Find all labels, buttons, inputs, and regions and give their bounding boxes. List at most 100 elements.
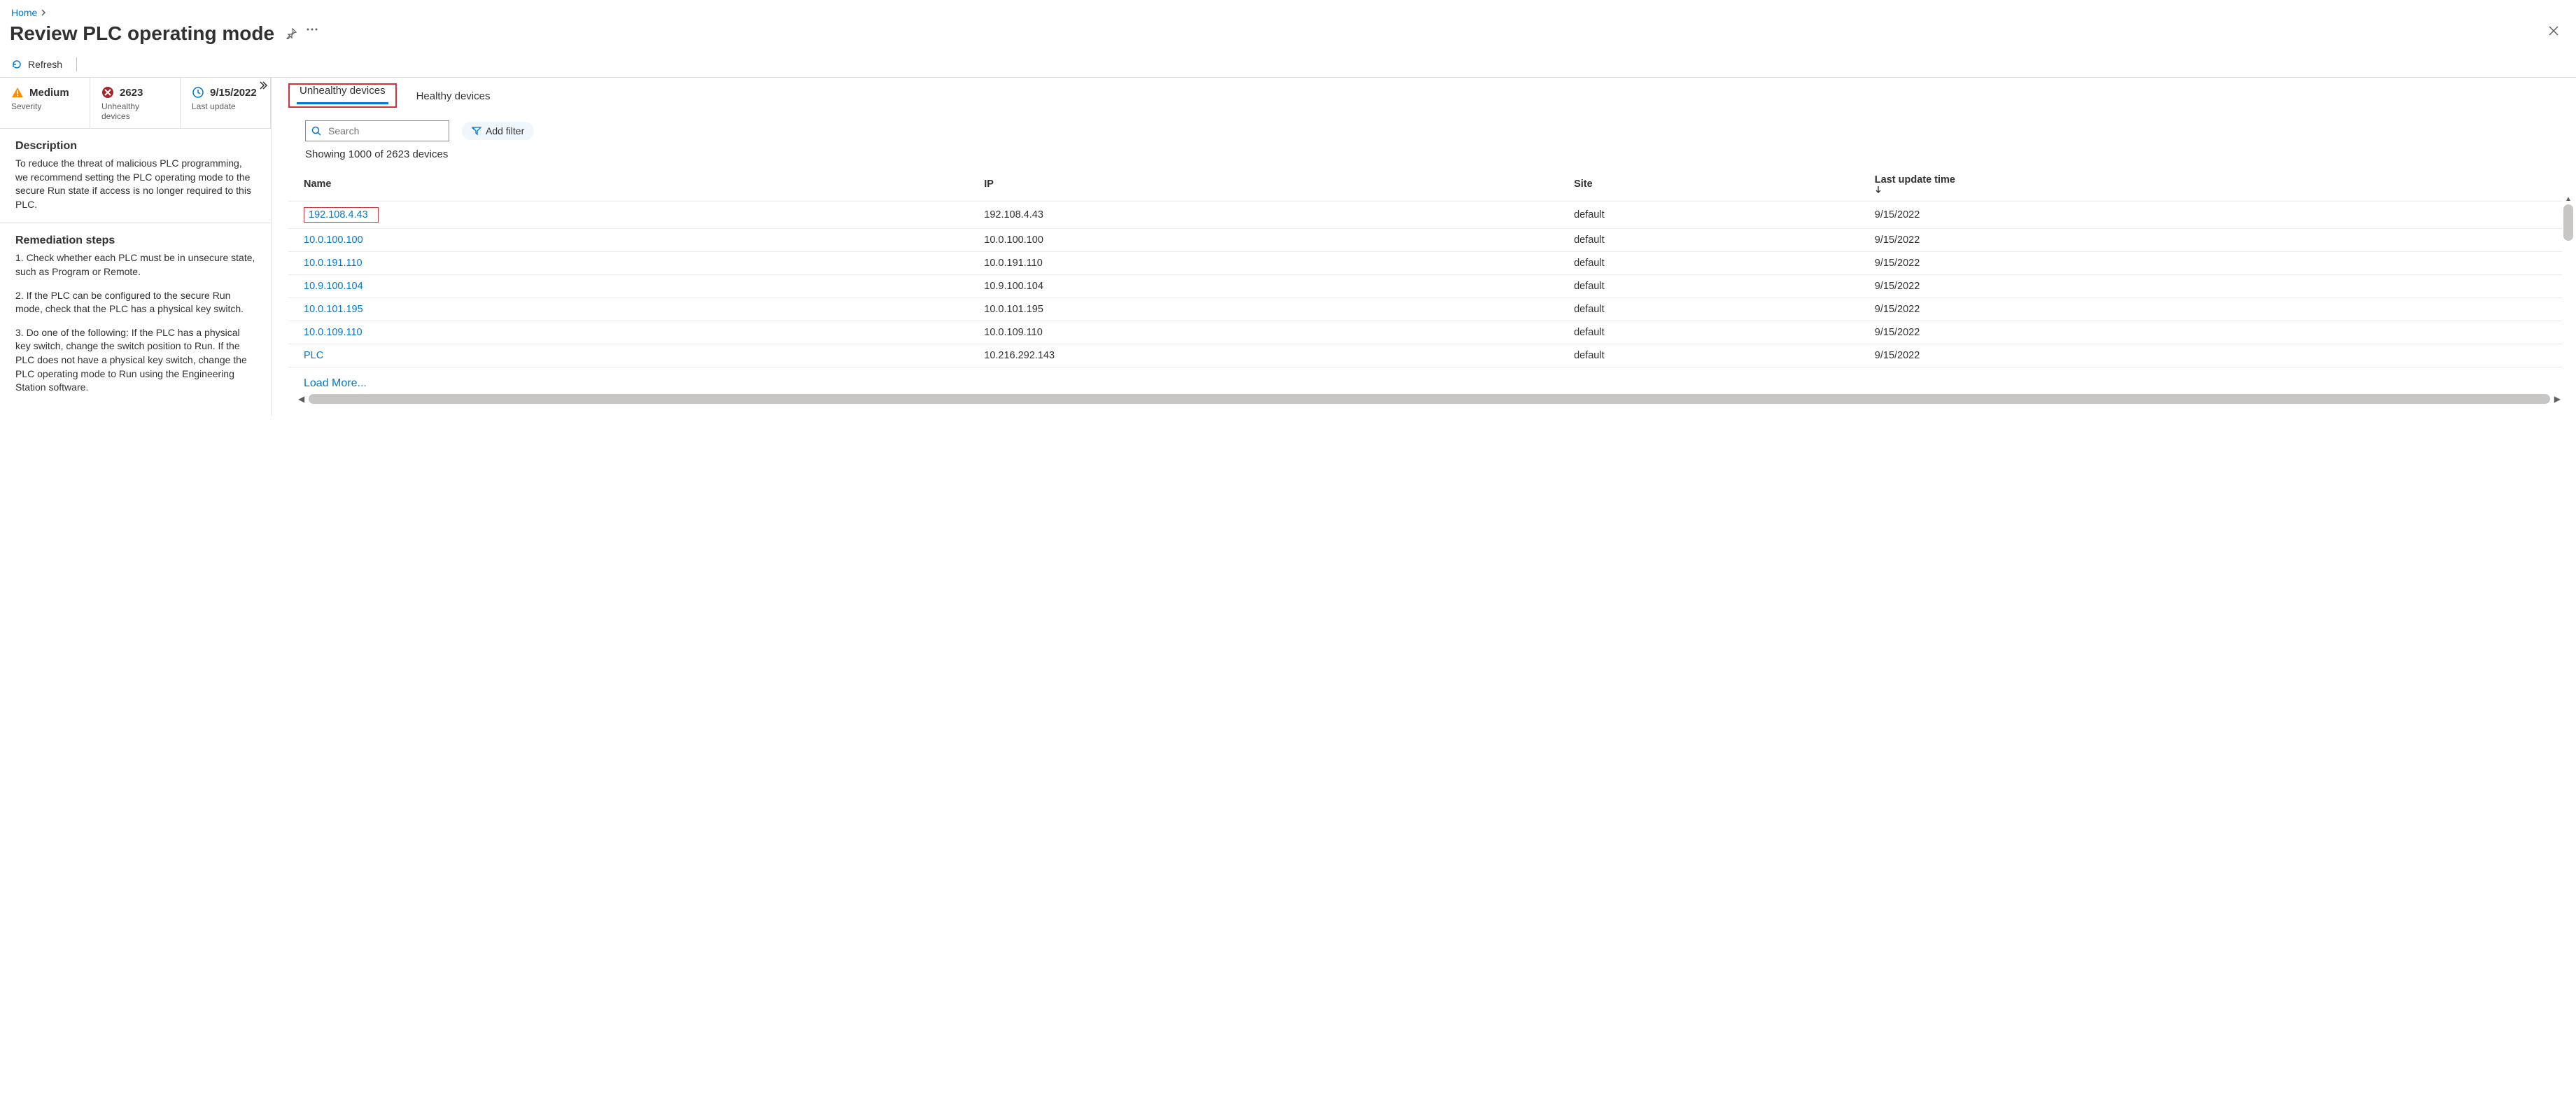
- search-icon: [311, 126, 321, 136]
- device-name-link[interactable]: 10.0.191.110: [304, 258, 363, 269]
- showing-count: Showing 1000 of 2623 devices: [305, 148, 2576, 160]
- kpi-severity-label: Severity: [11, 101, 78, 111]
- title-bar: Review PLC operating mode: [0, 21, 2576, 52]
- remediation-step-2: 2. If the PLC can be configured to the s…: [15, 289, 255, 316]
- device-name-link[interactable]: 10.0.101.195: [304, 304, 363, 315]
- tab-unhealthy-devices[interactable]: Unhealthy devices: [297, 78, 388, 104]
- cell-site: default: [1568, 275, 1869, 298]
- devices-table-wrap: Name IP Site Last update time 192.108.4.…: [288, 167, 2562, 390]
- expand-kpi-icon[interactable]: [258, 80, 268, 90]
- add-filter-label: Add filter: [486, 125, 524, 136]
- cell-ip: 10.0.101.195: [978, 298, 1568, 321]
- kpi-severity-value: Medium: [29, 87, 69, 99]
- cell-last-update: 9/15/2022: [1869, 229, 2562, 252]
- device-tabs: Unhealthy devices Healthy devices: [288, 83, 2576, 108]
- devices-pane: Unhealthy devices Healthy devices + Add …: [272, 78, 2576, 416]
- remediation-step-3: 3. Do one of the following: If the PLC h…: [15, 326, 255, 395]
- cell-name: PLC: [288, 344, 978, 367]
- refresh-button[interactable]: Refresh: [11, 59, 62, 70]
- vertical-scrollbar[interactable]: ▲: [2563, 195, 2573, 390]
- description-section: Description To reduce the threat of mali…: [0, 129, 271, 223]
- filter-row: + Add filter: [305, 120, 2576, 141]
- breadcrumb: Home: [0, 0, 2576, 21]
- add-filter-button[interactable]: + Add filter: [462, 122, 534, 140]
- device-name-link[interactable]: 192.108.4.43: [309, 209, 368, 220]
- cell-ip: 10.0.109.110: [978, 321, 1568, 344]
- table-row: 10.0.100.10010.0.100.100default9/15/2022: [288, 229, 2562, 252]
- horizontal-scrollbar[interactable]: ◀ ▶: [298, 394, 2561, 404]
- load-more-link[interactable]: Load More...: [304, 377, 367, 389]
- hscroll-track[interactable]: [309, 394, 2550, 404]
- device-name-link[interactable]: 10.9.100.104: [304, 281, 363, 292]
- device-name-link[interactable]: 10.0.109.110: [304, 327, 363, 338]
- device-name-link[interactable]: PLC: [304, 350, 323, 361]
- cell-last-update: 9/15/2022: [1869, 252, 2562, 275]
- cell-last-update: 9/15/2022: [1869, 275, 2562, 298]
- kpi-last-update-value: 9/15/2022: [210, 87, 257, 99]
- kpi-row: Medium Severity 2623 Unhealthy devices: [0, 78, 271, 129]
- table-row: PLC 10.216.292.143default9/15/2022: [288, 344, 2562, 367]
- col-name[interactable]: Name: [288, 167, 978, 202]
- col-site[interactable]: Site: [1568, 167, 1869, 202]
- cell-ip: 10.216.292.143: [978, 344, 1568, 367]
- kpi-unhealthy-label: Unhealthy devices: [101, 101, 169, 121]
- remediation-section: Remediation steps 1. Check whether each …: [0, 223, 271, 415]
- warning-icon: [11, 86, 24, 99]
- table-row: 192.108.4.43192.108.4.43default9/15/2022: [288, 202, 2562, 229]
- remediation-heading: Remediation steps: [15, 234, 255, 247]
- cell-name: 10.0.191.110: [288, 252, 978, 275]
- col-last-update[interactable]: Last update time: [1869, 167, 2562, 202]
- col-ip[interactable]: IP: [978, 167, 1568, 202]
- page-title: Review PLC operating mode: [10, 22, 274, 45]
- table-row: 10.9.100.10410.9.100.104default9/15/2022: [288, 275, 2562, 298]
- devices-table: Name IP Site Last update time 192.108.4.…: [288, 167, 2562, 367]
- toolbar-separator: [76, 57, 77, 71]
- col-last-update-label: Last update time: [1875, 174, 1955, 185]
- cell-last-update: 9/15/2022: [1869, 344, 2562, 367]
- scroll-right-icon[interactable]: ▶: [2554, 394, 2561, 404]
- sort-desc-icon: [1875, 185, 2556, 194]
- cell-ip: 192.108.4.43: [978, 202, 1568, 229]
- close-icon[interactable]: [2548, 25, 2559, 36]
- svg-text:+: +: [472, 127, 475, 132]
- search-box[interactable]: [305, 120, 449, 141]
- cell-site: default: [1568, 202, 1869, 229]
- kpi-unhealthy: 2623 Unhealthy devices: [90, 78, 181, 128]
- filter-icon: +: [472, 127, 481, 135]
- scroll-up-icon[interactable]: ▲: [2563, 195, 2573, 203]
- cell-ip: 10.0.100.100: [978, 229, 1568, 252]
- refresh-label: Refresh: [28, 59, 62, 70]
- cell-last-update: 9/15/2022: [1869, 298, 2562, 321]
- more-icon[interactable]: [307, 28, 318, 39]
- breadcrumb-home[interactable]: Home: [11, 7, 37, 18]
- kpi-last-update: 9/15/2022 Last update: [181, 78, 271, 128]
- toolbar: Refresh: [0, 52, 2576, 78]
- cell-ip: 10.9.100.104: [978, 275, 1568, 298]
- scroll-left-icon[interactable]: ◀: [298, 394, 304, 404]
- kpi-last-update-label: Last update: [192, 101, 259, 111]
- pin-icon[interactable]: [286, 28, 297, 39]
- cell-name: 192.108.4.43: [288, 202, 978, 229]
- remediation-step-1: 1. Check whether each PLC must be in uns…: [15, 251, 255, 279]
- description-body: To reduce the threat of malicious PLC pr…: [15, 157, 255, 211]
- scroll-thumb[interactable]: [2563, 204, 2573, 241]
- device-name-link[interactable]: 10.0.100.100: [304, 234, 363, 246]
- description-heading: Description: [15, 140, 255, 153]
- kpi-severity: Medium Severity: [0, 78, 90, 128]
- cell-name: 10.9.100.104: [288, 275, 978, 298]
- cell-site: default: [1568, 321, 1869, 344]
- cell-last-update: 9/15/2022: [1869, 202, 2562, 229]
- search-input[interactable]: [327, 125, 443, 137]
- table-row: 10.0.109.11010.0.109.110default9/15/2022: [288, 321, 2562, 344]
- cell-site: default: [1568, 344, 1869, 367]
- error-icon: [101, 86, 114, 99]
- cell-name: 10.0.101.195: [288, 298, 978, 321]
- cell-name: 10.0.100.100: [288, 229, 978, 252]
- cell-name: 10.0.109.110: [288, 321, 978, 344]
- chevron-right-icon: [41, 9, 47, 16]
- tab-unhealthy-highlight: Unhealthy devices: [288, 83, 397, 108]
- tab-healthy-devices[interactable]: Healthy devices: [414, 83, 493, 108]
- device-name-highlight: 192.108.4.43: [304, 207, 379, 223]
- cell-ip: 10.0.191.110: [978, 252, 1568, 275]
- table-row: 10.0.101.19510.0.101.195default9/15/2022: [288, 298, 2562, 321]
